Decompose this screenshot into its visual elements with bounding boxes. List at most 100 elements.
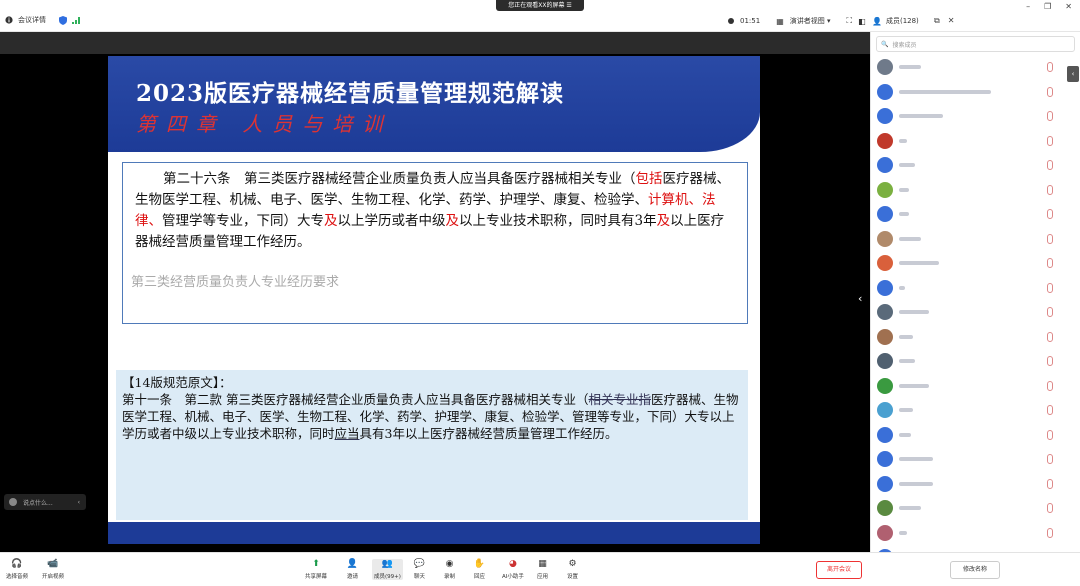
member-row[interactable] [877,401,913,419]
member-row[interactable] [877,279,905,297]
restore-icon[interactable]: ❐ [1044,2,1051,11]
original-text-box: 【14版规范原文】： 第十一条 第二款 第三类医疗器械经营企业质量负责人应当具备医… [116,370,748,520]
sidebar-toggle-icon[interactable]: ◧ [858,17,866,26]
member-row[interactable] [877,377,929,395]
member-name-redacted [899,89,991,94]
chat-button[interactable]: 💬 聊天 [414,559,425,580]
member-search[interactable]: 🔍 搜索成员 [876,36,1075,52]
member-name-redacted [899,114,943,118]
member-name-redacted [899,163,915,167]
view-mode-dropdown[interactable]: 演讲者视图 ▾ [790,16,831,26]
mic-muted-icon [1047,454,1053,464]
member-name-redacted [899,212,909,216]
mic-muted-icon [1047,307,1053,317]
members-count-label: 成员(128) [885,17,919,25]
mic-muted-icon [1047,405,1053,415]
top-bar: 会议详情 您正在观看XX的屏幕 ☰ – ❐ ✕ 01:51 ▦ 演讲者视图 ▾ … [0,0,1080,32]
member-name-redacted [899,138,907,143]
popout-icon[interactable]: ⧉ [934,16,940,26]
grid-icon: ▦ [776,16,784,26]
timer: 01:51 [740,17,761,25]
member-row[interactable] [877,303,929,321]
mic-muted-icon [1047,527,1053,538]
avatar [877,132,893,149]
member-row[interactable] [877,254,939,272]
headset-icon: 🎧 [11,559,23,569]
view-mode-label: 演讲者视图 [789,17,825,25]
chat-input-pill[interactable]: 说点什么... ‹ [4,494,86,510]
avatar [877,230,893,247]
close-panel-icon[interactable]: ✕ [948,16,955,26]
member-row[interactable] [877,107,943,125]
avatar [877,328,893,345]
screen-share-banner[interactable]: 您正在观看XX的屏幕 ☰ [496,0,584,11]
member-row[interactable] [877,230,921,248]
member-row[interactable] [877,181,909,199]
shared-screen-top-strip [0,32,870,54]
member-row[interactable] [877,499,921,517]
avatar [877,108,893,124]
slide-title: 2023版医疗器械经营质量管理规范解读 [136,80,565,107]
mic-muted-icon [1047,258,1053,268]
settings-button[interactable]: ⚙ 设置 [567,559,578,580]
avatar [877,377,893,394]
audio-button[interactable]: 🎧 选择音频 [6,559,28,580]
member-row[interactable] [877,328,913,346]
apps-button[interactable]: ▦ 应用 [537,559,548,580]
slide-footer-bar [108,522,760,544]
collapse-icon[interactable]: ‹ [78,499,80,506]
avatar [877,83,893,100]
share-screen-button[interactable]: ⬆ 共享屏幕 [305,559,327,580]
leave-meeting-button[interactable]: 离开会议 [816,561,862,579]
minimize-icon[interactable]: – [1026,2,1030,11]
member-name-redacted [899,432,911,437]
video-button[interactable]: 📹 开启视频 [42,559,64,580]
avatar [877,426,893,443]
member-row[interactable] [877,83,991,101]
members-header-actions: ⧉ ✕ ☰ [934,16,1080,26]
invite-button[interactable]: 👤 邀请 [347,559,358,580]
member-row[interactable] [877,524,907,542]
member-row[interactable] [877,426,911,444]
rename-button[interactable]: 修改名称 [950,561,1000,579]
window-controls: – ❐ ✕ [1026,2,1072,11]
mic-muted-icon [1047,331,1053,342]
ai-assistant-button[interactable]: ◕ AI小助手 [502,559,524,580]
timer-dot-icon [728,18,734,24]
top-right-controls: 01:51 ▦ 演讲者视图 ▾ ⛶ ◧ [728,16,866,26]
member-row[interactable] [877,156,915,174]
avatar [877,402,893,418]
member-row[interactable] [877,352,915,370]
reply-button[interactable]: ✋ 回应 [474,559,485,580]
fullscreen-icon[interactable]: ⛶ [847,16,853,26]
member-name-redacted [899,530,907,535]
meeting-info-label[interactable]: 会议详情 [18,15,46,25]
members-button[interactable]: 👥 成员(99+) [372,559,403,580]
members-panel: 🔍 搜索成员 ‹ [870,32,1080,552]
mic-muted-icon [1047,184,1053,195]
member-name-redacted [899,236,921,241]
search-icon: 🔍 [881,40,889,48]
original-text: 【14版规范原文】： 第十一条 第二款 第三类医疗器械经营企业质量负责人应当具备医… [122,375,739,441]
avatar [877,279,893,296]
mic-muted-icon [1047,111,1053,121]
close-icon[interactable]: ✕ [1065,2,1072,11]
member-row[interactable] [877,58,921,76]
member-row[interactable] [877,132,907,150]
video-off-icon: 📹 [47,559,59,569]
avatar [877,475,893,492]
member-name-redacted [899,334,913,339]
avatar [877,524,893,541]
article-26-box: 第二十六条 第三类医疗器械经营企业质量负责人应当具备医疗器械相关专业（包括医疗器… [122,162,748,324]
panel-toggle-icon[interactable]: ‹ [858,292,862,305]
presentation-slide: 2023版医疗器械经营质量管理规范解读 第四章 人员与培训 第二十六条 第三类医… [108,56,760,544]
record-button[interactable]: ◉ 录制 [444,559,455,580]
article-26-hint: 第三类经营质量负责人专业经历要求 [131,275,340,290]
member-name-redacted [899,481,933,486]
member-row[interactable] [877,450,933,468]
member-row[interactable] [877,475,933,493]
member-row[interactable] [877,205,909,223]
meeting-info-group[interactable]: 会议详情 [5,15,80,25]
mic-muted-icon [1047,356,1053,366]
scroll-button[interactable]: ‹ [1067,66,1079,82]
